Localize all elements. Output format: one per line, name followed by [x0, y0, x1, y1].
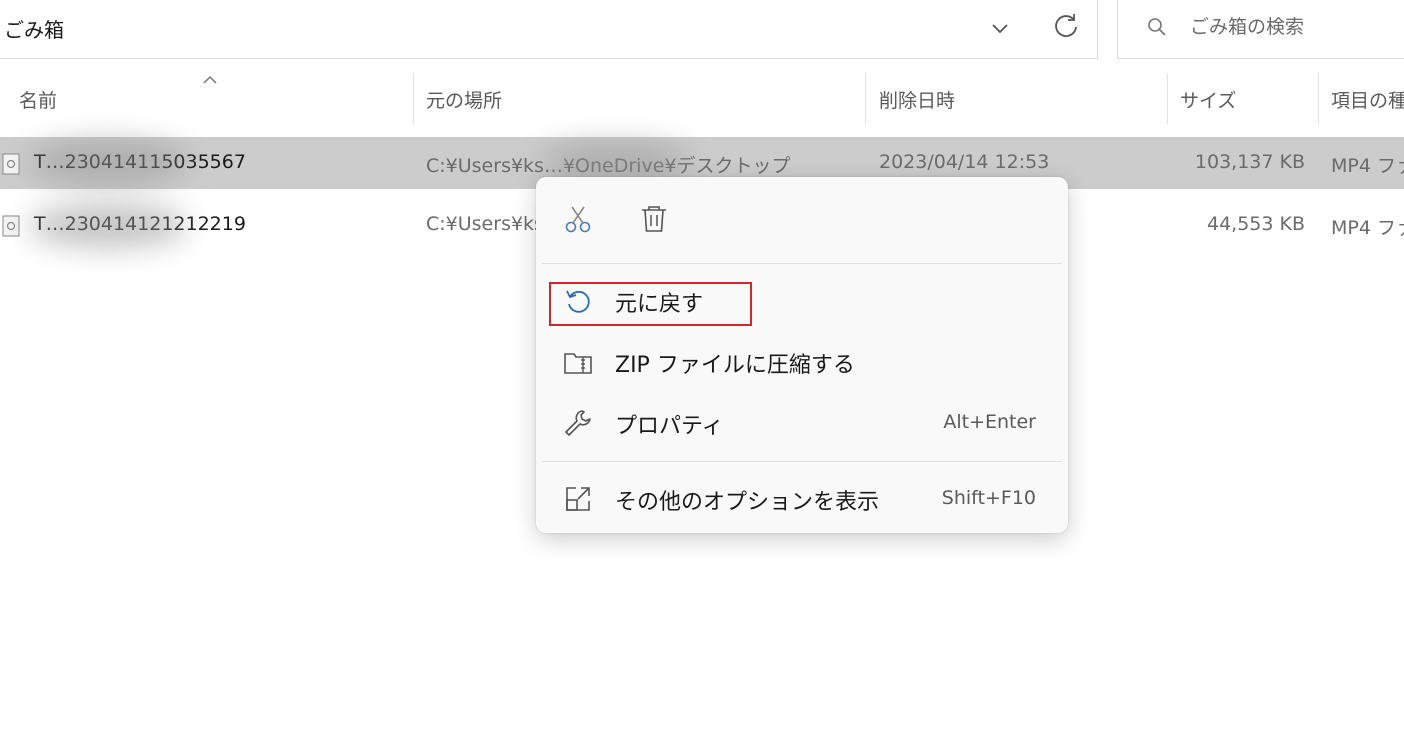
- original-location: C:¥Users¥ks: [426, 213, 544, 235]
- column-header-name[interactable]: 名前: [19, 86, 57, 113]
- scissors-icon[interactable]: [558, 199, 598, 239]
- menu-item-label: プロパティ: [615, 414, 724, 439]
- refresh-icon[interactable]: [1050, 10, 1082, 42]
- redaction-blur: [28, 204, 188, 248]
- video-file-icon: [2, 153, 20, 175]
- column-header-original-location[interactable]: 元の場所: [426, 86, 502, 113]
- menu-item-more-options[interactable]: その他のオプションを表示 Shift+F10: [536, 471, 1068, 527]
- highlight-box: [549, 282, 752, 326]
- menu-separator: [542, 263, 1062, 264]
- column-divider[interactable]: [865, 74, 866, 124]
- more-options-icon: [566, 487, 590, 511]
- video-file-icon: [2, 215, 20, 237]
- address-bar-path: ごみ箱: [4, 18, 64, 42]
- redaction-blur: [28, 140, 188, 184]
- column-header-size[interactable]: サイズ: [1180, 86, 1236, 113]
- menu-item-shortcut: Shift+F10: [941, 487, 1036, 509]
- zip-folder-icon: [564, 353, 592, 374]
- column-header-deleted-date[interactable]: 削除日時: [879, 86, 955, 113]
- search-icon: [1148, 18, 1166, 36]
- chevron-down-icon[interactable]: [986, 14, 1014, 42]
- file-size: 44,553 KB: [1206, 213, 1305, 235]
- column-divider[interactable]: [413, 74, 414, 124]
- menu-item-shortcut: Alt+Enter: [943, 411, 1036, 433]
- redaction-blur: [540, 142, 690, 180]
- menu-item-compress-zip[interactable]: ZIP ファイルに圧縮する: [536, 334, 1068, 390]
- menu-item-label: ZIP ファイルに圧縮する: [615, 353, 855, 378]
- search-input[interactable]: [1190, 12, 1400, 42]
- address-bar[interactable]: [0, 0, 1098, 59]
- trash-icon[interactable]: [634, 199, 674, 239]
- file-type: MP4 ファイル: [1331, 155, 1404, 177]
- file-type: MP4 ファイル: [1331, 217, 1404, 239]
- menu-item-label: その他のオプションを表示: [615, 490, 880, 515]
- sort-ascending-icon: [203, 75, 217, 84]
- menu-item-properties[interactable]: プロパティ Alt+Enter: [536, 395, 1068, 451]
- menu-separator: [542, 461, 1062, 462]
- deleted-date: 2023/04/14 12:53: [879, 151, 1050, 173]
- context-menu: 元に戻す ZIP ファイルに圧縮する プロパティ Alt+Enter その他のオ…: [536, 177, 1068, 533]
- column-divider[interactable]: [1318, 74, 1319, 124]
- wrench-icon: [565, 410, 591, 436]
- column-divider[interactable]: [1167, 74, 1168, 124]
- file-size: 103,137 KB: [1194, 151, 1305, 173]
- column-header-type[interactable]: 項目の種類: [1331, 86, 1404, 113]
